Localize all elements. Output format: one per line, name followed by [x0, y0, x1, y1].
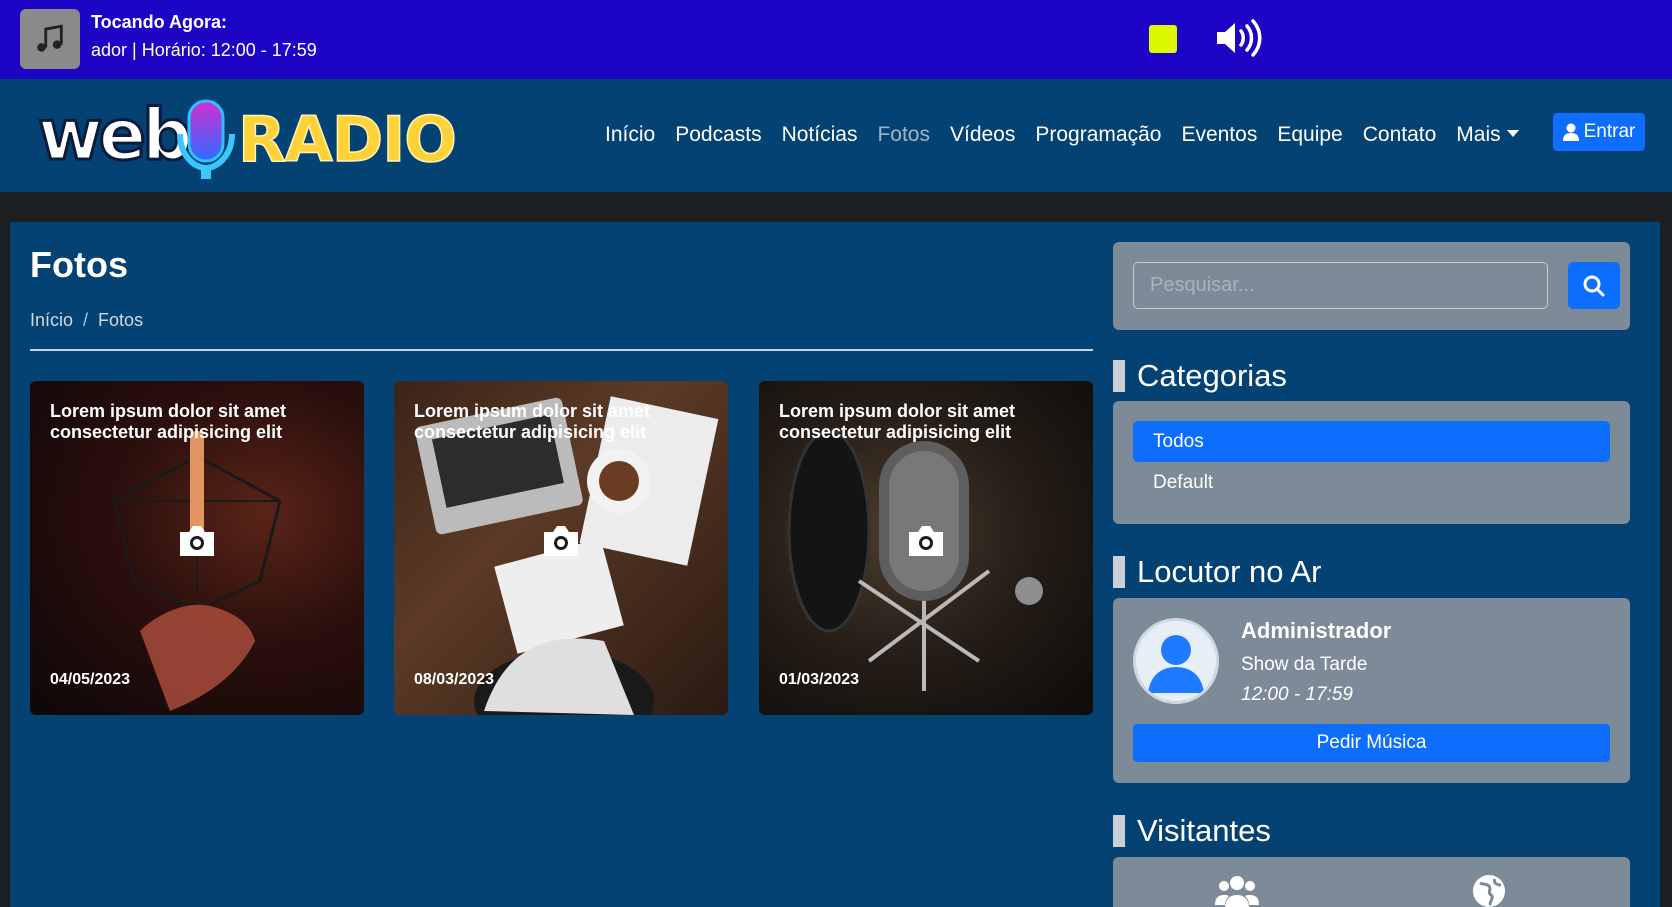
- stop-button[interactable]: [1149, 25, 1177, 53]
- camera-icon: [541, 524, 581, 563]
- photo-caption: Lorem ipsum dolor sit amet consectetur a…: [779, 401, 1016, 442]
- photo-card[interactable]: Lorem ipsum dolor sit amet consectetur a…: [759, 381, 1093, 715]
- search-icon: [1583, 275, 1605, 296]
- now-playing-label: Tocando Agora:: [91, 12, 227, 32]
- user-icon: [1562, 123, 1579, 141]
- locutor-name: Administrador: [1241, 618, 1392, 643]
- nav-programacao[interactable]: Programação: [1035, 123, 1161, 147]
- nav-contato[interactable]: Contato: [1363, 123, 1437, 147]
- svg-text:web: web: [38, 94, 189, 176]
- login-button[interactable]: Entrar: [1553, 113, 1645, 151]
- photo-date: 01/03/2023: [779, 671, 860, 688]
- visitors-title: Visitantes: [1137, 813, 1271, 848]
- request-song-button[interactable]: Pedir Música: [1133, 724, 1610, 762]
- music-note-icon: [20, 9, 80, 69]
- breadcrumb-home[interactable]: Início: [30, 310, 73, 330]
- divider: [30, 349, 1093, 351]
- page-title: Fotos: [30, 244, 128, 285]
- site-logo[interactable]: web RADIO: [37, 89, 458, 184]
- camera-icon: [906, 524, 946, 563]
- search-input[interactable]: [1133, 262, 1548, 309]
- nav-mais-dropdown[interactable]: Mais: [1456, 123, 1518, 147]
- nav-podcasts[interactable]: Podcasts: [675, 123, 761, 147]
- visitors-heading: Visitantes: [1113, 813, 1271, 849]
- nav-inicio[interactable]: Início: [605, 123, 655, 147]
- nav-noticias[interactable]: Notícias: [782, 123, 858, 147]
- locutor-heading: Locutor no Ar: [1113, 554, 1321, 590]
- categories-heading: Categorias: [1113, 358, 1287, 394]
- photo-caption: Lorem ipsum dolor sit amet consectetur a…: [414, 401, 651, 442]
- login-label: Entrar: [1583, 121, 1636, 142]
- visitors-panel: [1113, 857, 1630, 907]
- navbar: web RADIO Início Podcasts Notícias Fotos…: [0, 79, 1672, 192]
- now-playing-text: ador | Horário: 12:00 - 17:59: [91, 40, 317, 60]
- category-default[interactable]: Default: [1133, 462, 1610, 503]
- volume-icon[interactable]: [1213, 18, 1263, 58]
- breadcrumb: Início / Fotos: [30, 310, 144, 330]
- nav-equipe[interactable]: Equipe: [1277, 123, 1342, 147]
- nav-fotos[interactable]: Fotos: [877, 123, 930, 147]
- photo-date: 04/05/2023: [50, 671, 131, 688]
- category-todos[interactable]: Todos: [1133, 421, 1610, 462]
- photo-caption: Lorem ipsum dolor sit amet consectetur a…: [50, 401, 287, 442]
- locutor-show: Show da Tarde: [1241, 654, 1368, 675]
- heading-bar: [1113, 815, 1125, 847]
- photo-card[interactable]: Lorem ipsum dolor sit amet consectetur a…: [394, 381, 728, 715]
- categories-panel: Todos Default: [1113, 401, 1630, 524]
- locutor-panel: Administrador Show da Tarde 12:00 - 17:5…: [1113, 598, 1630, 783]
- camera-icon: [177, 524, 217, 563]
- search-button[interactable]: [1568, 262, 1620, 309]
- locutor-time: 12:00 - 17:59: [1241, 684, 1353, 705]
- main-menu: Início Podcasts Notícias Fotos Vídeos Pr…: [605, 123, 1539, 147]
- heading-bar: [1113, 360, 1125, 392]
- categories-title: Categorias: [1137, 358, 1287, 393]
- breadcrumb-current: Fotos: [98, 310, 144, 330]
- nav-eventos[interactable]: Eventos: [1181, 123, 1257, 147]
- search-panel: [1113, 242, 1630, 330]
- globe-icon: [1473, 875, 1505, 907]
- avatar: [1133, 618, 1219, 704]
- photo-card[interactable]: Lorem ipsum dolor sit amet consectetur a…: [30, 381, 364, 715]
- heading-bar: [1113, 556, 1125, 588]
- users-icon: [1215, 876, 1259, 907]
- photo-date: 08/03/2023: [414, 671, 495, 688]
- svg-text:RADIO: RADIO: [238, 103, 456, 176]
- nav-videos[interactable]: Vídeos: [950, 123, 1015, 147]
- locutor-title: Locutor no Ar: [1137, 554, 1322, 589]
- player-bar: Tocando Agora: ador | Horário: 12:00 - 1…: [0, 0, 1672, 79]
